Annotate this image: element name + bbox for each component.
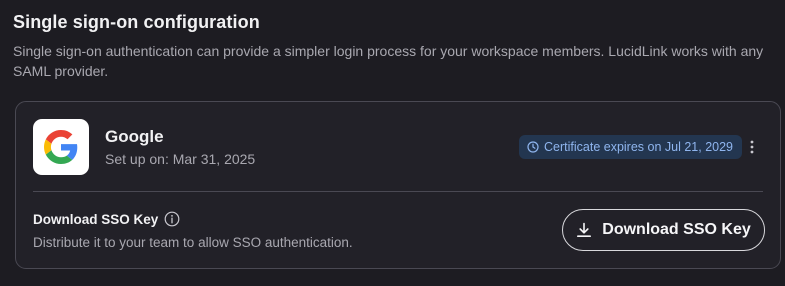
google-logo-icon	[44, 130, 78, 164]
sso-key-label-row: Download SSO Key	[33, 211, 180, 227]
setup-date: Set up on: Mar 31, 2025	[105, 151, 256, 167]
certificate-expiry-badge: Certificate expires on Jul 21, 2029	[519, 135, 742, 159]
card-divider	[33, 191, 763, 192]
sso-provider-card: Google Set up on: Mar 31, 2025 Certifica…	[15, 101, 781, 269]
section-title: Single sign-on configuration	[13, 12, 260, 32]
kebab-menu-icon	[750, 140, 754, 154]
download-sso-key-button[interactable]: Download SSO Key	[562, 209, 765, 251]
provider-name: Google	[105, 127, 164, 146]
certificate-expiry-text: Certificate expires on Jul 21, 2029	[544, 140, 733, 154]
google-logo-tile	[33, 119, 89, 175]
section-description: Single sign-on authentication can provid…	[13, 43, 764, 79]
download-button-label: Download SSO Key	[602, 221, 751, 238]
clock-icon	[527, 141, 539, 153]
sso-key-description: Distribute it to your team to allow SSO …	[33, 235, 353, 250]
sso-key-label: Download SSO Key	[33, 211, 159, 227]
info-icon[interactable]	[164, 211, 180, 227]
download-icon	[577, 222, 592, 237]
sso-configuration-panel: Single sign-on configuration Single sign…	[0, 0, 785, 286]
more-options-button[interactable]	[744, 137, 760, 157]
